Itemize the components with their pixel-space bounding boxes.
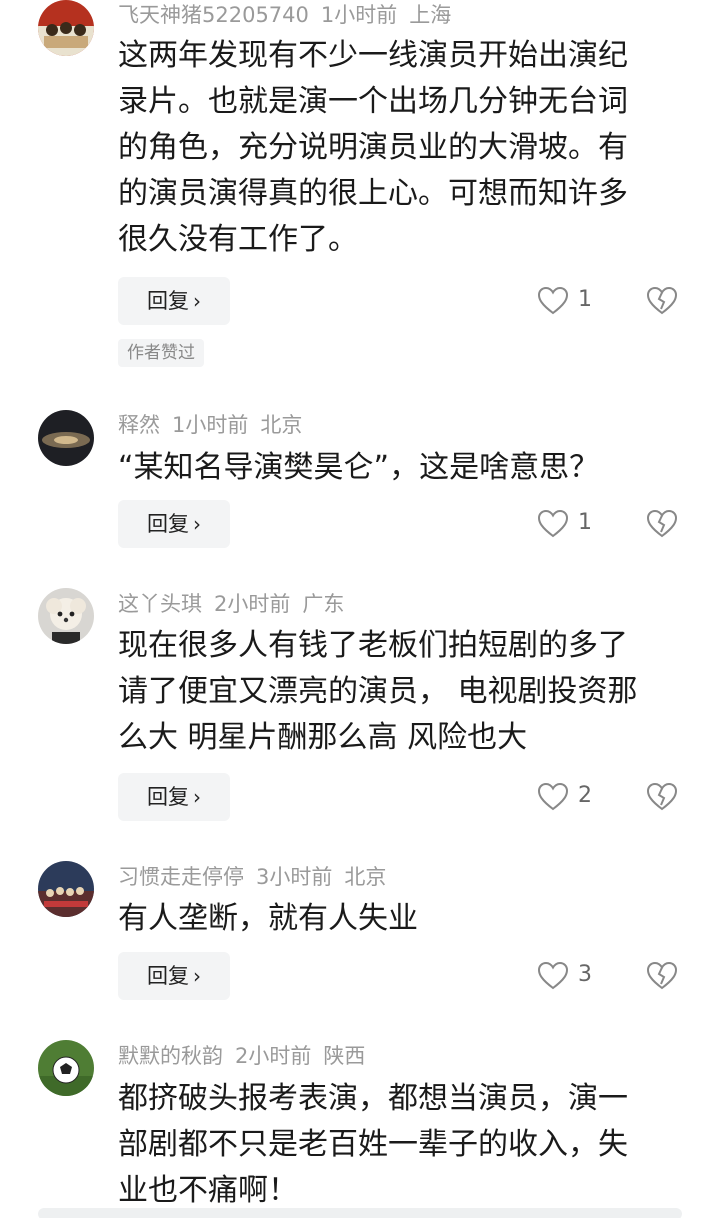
comment-line: 现在很多人有钱了老板们拍短剧的多了 — [118, 628, 628, 663]
like-count: 1 — [578, 287, 592, 312]
username[interactable]: 飞天神猪52205740 — [118, 3, 309, 27]
reply-button[interactable]: 回复 › — [118, 277, 230, 325]
broken-heart-icon[interactable] — [646, 782, 678, 812]
reply-button[interactable]: 回复 › — [118, 952, 230, 1000]
comment-line: “某知名导演樊昊仑”，这是啥意思？ — [118, 450, 600, 485]
like-count: 2 — [578, 783, 592, 808]
location: 广东 — [302, 592, 345, 616]
reply-label: 回复 — [147, 512, 189, 536]
comment-line: 部剧都不只是老百姓一辈子的收入，失 — [118, 1127, 628, 1162]
location: 上海 — [409, 3, 452, 27]
comment-text: 这两年发现有不少一线演员开始出演纪 录片。也就是演一个出场几分钟无台词 的角色，… — [118, 33, 688, 263]
chevron-right-icon: › — [193, 512, 201, 536]
reply-label: 回复 — [147, 289, 189, 313]
chevron-right-icon: › — [193, 785, 201, 809]
like-count: 1 — [578, 510, 592, 535]
comment-line: 很久没有工作了。 — [118, 222, 358, 257]
reply-button[interactable]: 回复 › — [118, 500, 230, 548]
broken-heart-icon[interactable] — [646, 286, 678, 316]
location: 北京 — [344, 865, 387, 889]
timestamp: 2小时前 — [235, 1044, 312, 1068]
comment-text: 现在很多人有钱了老板们拍短剧的多了 请了便宜又漂亮的演员， 电视剧投资那 么大 … — [118, 623, 688, 761]
avatar[interactable] — [38, 861, 94, 917]
avatar[interactable] — [38, 410, 94, 466]
location: 陕西 — [323, 1044, 366, 1068]
heart-outline-icon[interactable] — [537, 286, 569, 316]
avatar[interactable] — [38, 1040, 94, 1096]
comment-line: 么大 明星片酬那么高 风险也大 — [118, 720, 528, 755]
comment-text: 有人垄断，就有人失业 — [118, 896, 688, 942]
comment-line: 请了便宜又漂亮的演员， 电视剧投资那 — [118, 674, 638, 709]
username[interactable]: 释然 — [118, 413, 160, 437]
author-liked-badge: 作者赞过 — [118, 339, 204, 367]
comment-feed: 飞天神猪52205740 1小时前 上海 这两年发现有不少一线演员开始出演纪 录片。… — [0, 0, 720, 1218]
chevron-right-icon: › — [193, 289, 201, 313]
heart-outline-icon[interactable] — [537, 961, 569, 991]
heart-outline-icon[interactable] — [537, 509, 569, 539]
reply-label: 回复 — [147, 964, 189, 988]
heart-outline-icon[interactable] — [537, 782, 569, 812]
reply-button[interactable]: 回复 › — [118, 773, 230, 821]
comment-meta: 飞天神猪52205740 1小时前 上海 — [118, 2, 463, 28]
timestamp: 1小时前 — [320, 3, 398, 27]
timestamp: 3小时前 — [256, 865, 333, 889]
comment-line: 这两年发现有不少一线演员开始出演纪 — [118, 38, 628, 73]
comment-line: 有人垄断，就有人失业 — [118, 901, 418, 936]
comment-text: “某知名导演樊昊仑”，这是啥意思？ — [118, 445, 688, 491]
like-count: 3 — [578, 962, 592, 987]
comment-line: 录片。也就是演一个出场几分钟无台词 — [118, 84, 628, 119]
chevron-right-icon: › — [193, 964, 201, 988]
location: 北京 — [260, 413, 303, 437]
comment-meta: 释然 1小时前 北京 — [118, 412, 314, 438]
timestamp: 2小时前 — [214, 592, 291, 616]
broken-heart-icon[interactable] — [646, 509, 678, 539]
avatar[interactable] — [38, 0, 94, 56]
username[interactable]: 默默的秋韵 — [118, 1044, 223, 1068]
comment-meta: 这丫头琪 2小时前 广东 — [118, 591, 356, 617]
comment-line: 的演员演得真的很上心。可想而知许多 — [118, 176, 628, 211]
comment-line: 都挤破头报考表演，都想当演员，演一 — [118, 1081, 628, 1116]
comment-line: 的角色，充分说明演员业的大滑坡。有 — [118, 130, 628, 165]
username[interactable]: 这丫头琪 — [118, 592, 202, 616]
avatar[interactable] — [38, 588, 94, 644]
broken-heart-icon[interactable] — [646, 961, 678, 991]
reply-label: 回复 — [147, 785, 189, 809]
username[interactable]: 习惯走走停停 — [118, 865, 244, 889]
comment-text: 都挤破头报考表演，都想当演员，演一 部剧都不只是老百姓一辈子的收入，失 业也不痛… — [118, 1076, 688, 1214]
bottom-bar — [38, 1208, 682, 1218]
comment-meta: 习惯走走停停 3小时前 北京 — [118, 864, 398, 890]
timestamp: 1小时前 — [172, 413, 249, 437]
comment-meta: 默默的秋韵 2小时前 陕西 — [118, 1043, 377, 1069]
